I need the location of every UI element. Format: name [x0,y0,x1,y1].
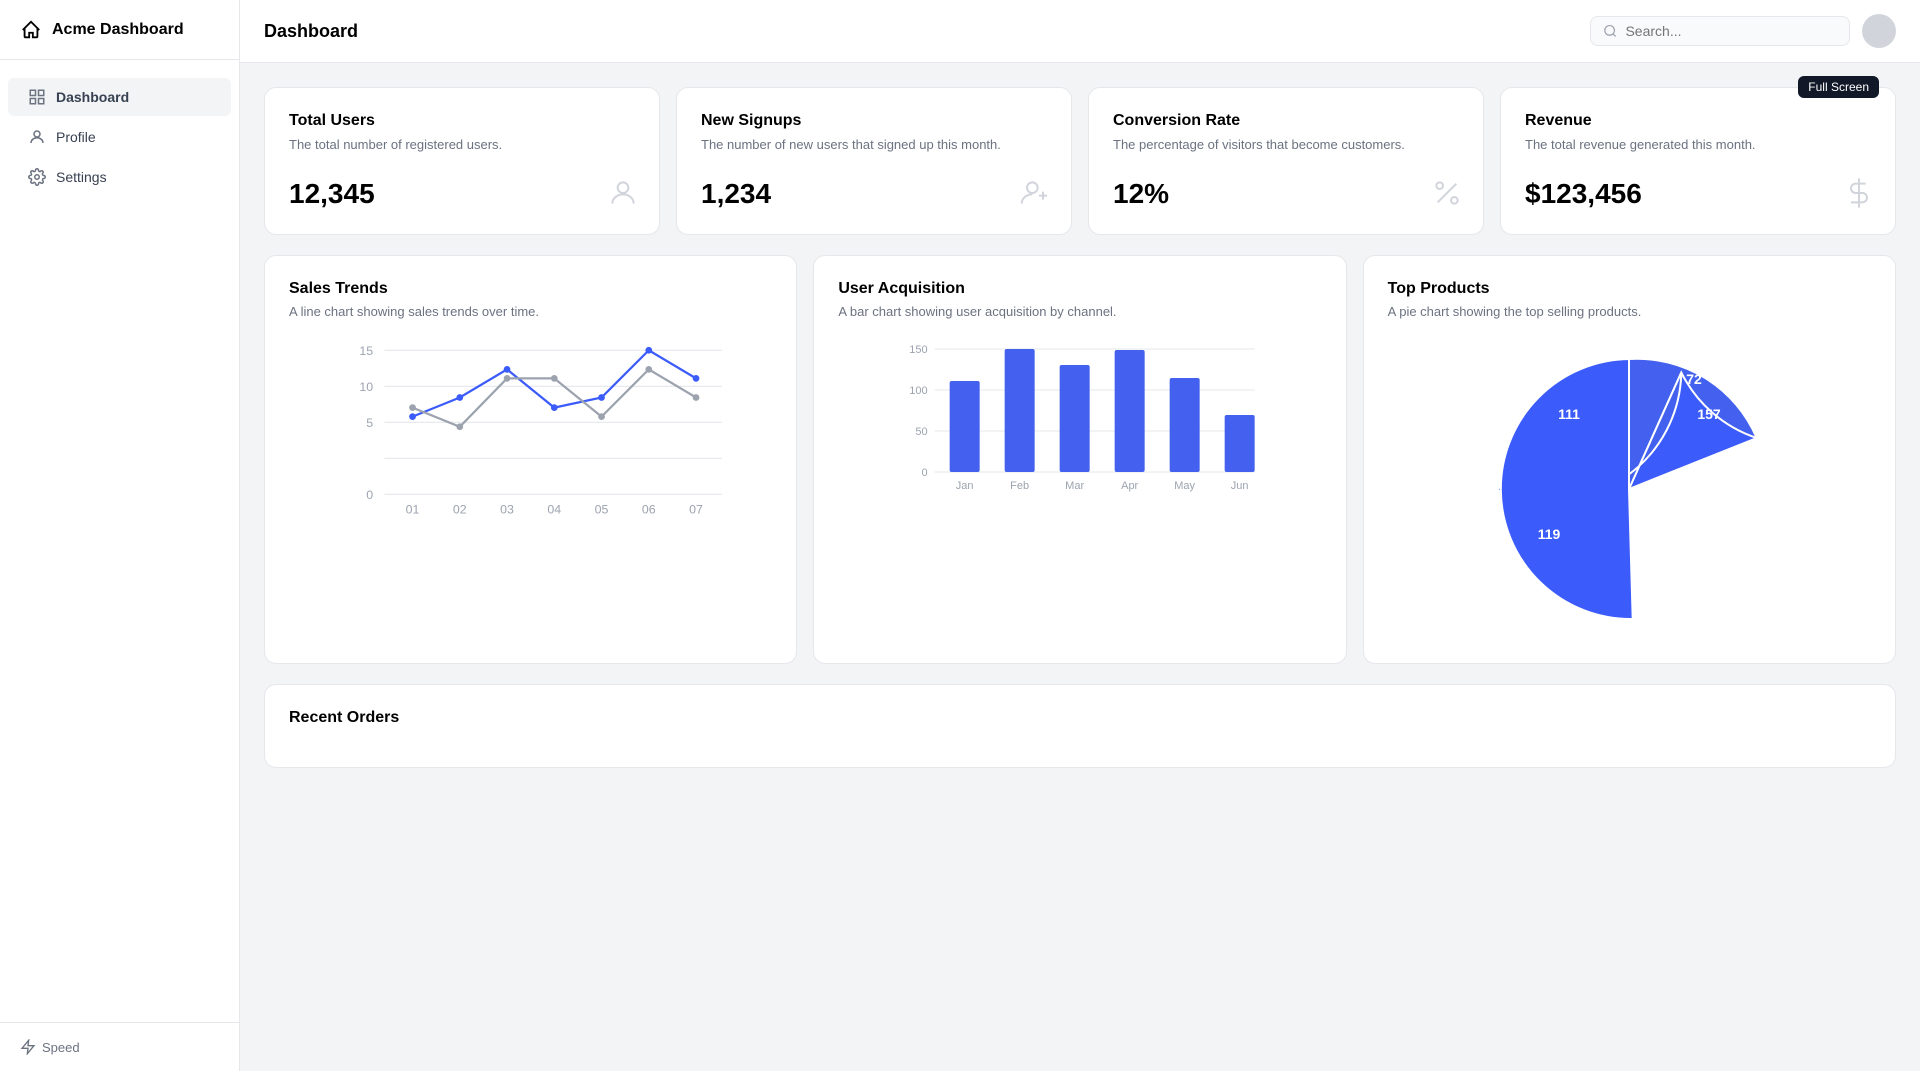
svg-text:Mar: Mar [1066,480,1085,492]
recent-orders-card: Recent Orders [264,684,1896,768]
svg-text:Jun: Jun [1231,480,1249,492]
line-chart: 15 10 5 0 01 02 03 04 05 06 07 [289,339,772,519]
pie-chart: 157 72 111 119 129 150 [1388,339,1871,639]
line-chart-svg: 15 10 5 0 01 02 03 04 05 06 07 [289,339,772,519]
revenue-value: $123,456 [1525,178,1871,210]
svg-text:10: 10 [359,380,373,394]
sales-trends-desc: A line chart showing sales trends over t… [289,304,772,319]
svg-text:50: 50 [916,426,928,438]
new-signups-desc: The number of new users that signed up t… [701,136,1047,154]
stat-card-conversion: Conversion Rate The percentage of visito… [1088,87,1484,235]
svg-text:05: 05 [595,503,609,517]
sidebar-item-profile-label: Profile [56,129,96,145]
conversion-value: 12% [1113,178,1459,210]
footer-label: Speed [42,1040,80,1055]
revenue-desc: The total revenue generated this month. [1525,136,1871,154]
sidebar-item-settings[interactable]: Settings [8,158,231,196]
svg-text:100: 100 [910,385,928,397]
speed-icon [20,1039,36,1055]
top-products-title: Top Products [1388,280,1871,298]
conversion-title: Conversion Rate [1113,112,1459,130]
new-signups-icon [1019,177,1051,214]
search-box[interactable] [1590,16,1850,46]
sales-trends-card: Sales Trends A line chart showing sales … [264,255,797,664]
user-acquisition-card: User Acquisition A bar chart showing use… [813,255,1346,664]
svg-text:150: 150 [910,344,928,356]
svg-text:0: 0 [922,467,928,479]
svg-text:157: 157 [1698,406,1722,422]
topbar-right [1590,14,1896,48]
bar-chart: 150 100 50 0 [838,339,1321,519]
svg-text:15: 15 [359,344,373,358]
dashboard-icon [28,88,46,106]
total-users-desc: The total number of registered users. [289,136,635,154]
fullscreen-badge[interactable]: Full Screen [1798,76,1879,98]
conversion-desc: The percentage of visitors that become c… [1113,136,1459,154]
svg-text:5: 5 [366,416,373,430]
main-content: Dashboard Total Users The total number o… [240,0,1920,1071]
svg-text:03: 03 [500,503,514,517]
svg-text:04: 04 [547,503,561,517]
revenue-title: Revenue [1525,112,1871,130]
sidebar-nav: Dashboard Profile Settings [0,60,239,1022]
charts-row: Sales Trends A line chart showing sales … [264,255,1896,664]
svg-text:Feb: Feb [1011,480,1030,492]
sidebar-item-dashboard[interactable]: Dashboard [8,78,231,116]
svg-text:0: 0 [366,488,373,502]
sidebar-footer: Speed [0,1022,239,1071]
bar-chart-svg: 150 100 50 0 [838,339,1321,519]
settings-icon [28,168,46,186]
svg-text:129: 129 [1643,594,1667,610]
avatar [1862,14,1896,48]
sidebar: Acme Dashboard Dashboard Profile Setting… [0,0,240,1071]
user-acquisition-title: User Acquisition [838,280,1321,298]
svg-text:Apr: Apr [1121,480,1138,492]
total-users-icon [607,177,639,214]
svg-text:02: 02 [453,503,467,517]
logo-icon [20,19,42,41]
sidebar-item-dashboard-label: Dashboard [56,89,129,105]
stat-card-total-users: Total Users The total number of register… [264,87,660,235]
new-signups-value: 1,234 [701,178,1047,210]
app-title: Acme Dashboard [52,21,184,39]
svg-text:May: May [1175,480,1196,492]
svg-text:Jan: Jan [956,480,974,492]
new-signups-title: New Signups [701,112,1047,130]
recent-orders-title: Recent Orders [289,709,1871,727]
user-acquisition-desc: A bar chart showing user acquisition by … [838,304,1321,319]
topbar: Dashboard [240,0,1920,63]
svg-text:01: 01 [406,503,420,517]
sales-trends-title: Sales Trends [289,280,772,298]
svg-text:111: 111 [1558,406,1580,422]
top-products-card: Top Products A pie chart showing the top… [1363,255,1896,664]
svg-text:06: 06 [642,503,656,517]
svg-text:150: 150 [1726,536,1750,552]
search-icon [1603,23,1617,39]
total-users-value: 12,345 [289,178,635,210]
content-area: Total Users The total number of register… [240,63,1920,792]
profile-icon [28,128,46,146]
svg-text:72: 72 [1687,371,1703,387]
sidebar-item-settings-label: Settings [56,169,107,185]
sidebar-item-profile[interactable]: Profile [8,118,231,156]
svg-text:07: 07 [689,503,703,517]
top-products-desc: A pie chart showing the top selling prod… [1388,304,1871,319]
svg-text:119: 119 [1538,526,1561,542]
total-users-title: Total Users [289,112,635,130]
search-input[interactable] [1625,23,1837,39]
page-title: Dashboard [264,21,358,42]
app-logo: Acme Dashboard [0,0,239,60]
conversion-icon [1431,177,1463,214]
pie-chart-svg: 157 72 111 119 129 150 [1479,339,1779,639]
stat-card-revenue: Full Screen Revenue The total revenue ge… [1500,87,1896,235]
stat-cards-grid: Total Users The total number of register… [264,87,1896,235]
stat-card-new-signups: New Signups The number of new users that… [676,87,1072,235]
revenue-icon [1843,177,1875,214]
